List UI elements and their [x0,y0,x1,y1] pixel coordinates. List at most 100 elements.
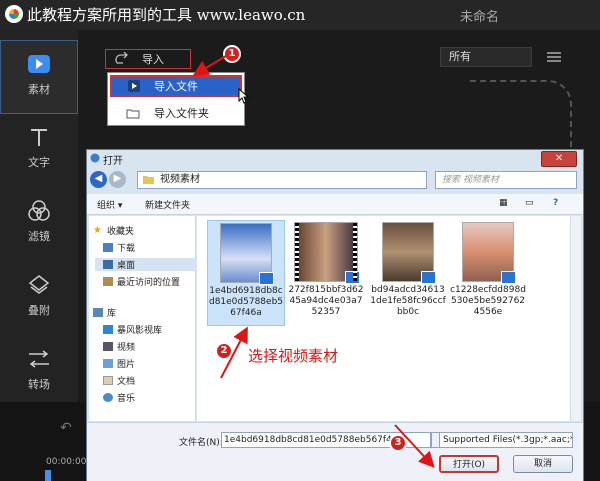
filename-label: 文件名(N): [179,438,223,448]
nav-item-documents[interactable]: 文档 [103,374,135,387]
desktop-icon [103,260,113,269]
folder-icon [143,176,154,184]
nav-label: 暴风影视库 [117,326,163,336]
overlay-icon [26,274,52,296]
address-bar[interactable]: 视频素材 [137,171,427,189]
video-file-icon [421,271,436,284]
file-item[interactable]: c1228ecfdd898d530e5be5927624556e [449,220,527,318]
left-rail: 素材 文字 滤镜 叠附 转场 [0,30,78,402]
back-button[interactable]: ◀ [90,171,107,188]
nav-label: 文档 [117,377,136,387]
nav-label: 库 [107,309,117,319]
filter-select[interactable]: 所有 [440,47,532,67]
address-row: ◀ ▶ 视频素材 搜索 视频素材 [87,170,583,192]
nav-label: 视频 [117,343,136,353]
star-icon: ★ [93,225,102,236]
video-thumbnail [462,222,516,284]
step-badge-1: 1 [223,45,241,63]
menu-item-import-folder[interactable]: 导入文件夹 [110,102,242,124]
nav-item-downloads[interactable]: 下载 [103,241,135,254]
nav-label: 桌面 [117,261,136,271]
caption-text: 此教程方案所用到的工具 www.leawo.cn [27,6,306,24]
import-dropdown-menu: 导入文件 导入文件夹 [107,72,245,126]
video-thumbnail [294,222,360,284]
rail-item-media[interactable]: 素材 [0,40,78,114]
new-folder-button[interactable]: 新建文件夹 [145,198,190,211]
open-button[interactable]: 打开(O) [439,455,499,473]
file-name: c1228ecfdd898d530e5be5927624556e [450,285,526,317]
video-thumbnail [382,222,436,284]
timeline-time: 00:00:00 [46,457,87,467]
menu-item-import-file[interactable]: 导入文件 [110,75,242,97]
recent-places-icon [103,277,113,286]
rail-label: 滤镜 [28,230,50,243]
preview-pane-icon[interactable]: ▭ [525,198,534,208]
import-icon [115,52,128,64]
nav-favorites[interactable]: ★ 收藏夹 [93,224,135,238]
annotation-text: 选择视频素材 [248,347,339,365]
rail-item-overlay[interactable]: 叠附 [0,262,78,336]
undo-icon[interactable]: ↶ [60,420,72,436]
dialog-title: 打开 [103,156,123,167]
document-icon [103,376,113,385]
view-icon[interactable]: ▦ [499,198,508,208]
nav-library[interactable]: 库 [93,306,116,319]
nav-item-desktop[interactable]: 桌面 [95,258,199,271]
music-icon [103,393,113,402]
file-list: 1e4bd6918db8cd81e0d5788eb567f46a 272f815… [197,216,581,421]
nav-label: 下载 [117,244,136,254]
nav-label: 收藏夹 [107,227,135,237]
file-item[interactable]: 1e4bd6918db8cd81e0d5788eb567f46a [207,220,285,326]
dialog-toolbar: 组织 ▾ 新建文件夹 ▦ ▭ ? [87,194,583,215]
nav-item-pictures[interactable]: 图片 [103,357,135,370]
video-file-icon [501,271,516,284]
video-thumbnail [220,223,274,285]
file-name: 272f815bbf3d6245a94dc4e03a752357 [288,285,364,317]
file-name: 1e4bd6918db8cd81e0d5788eb567f46a [208,286,284,318]
nav-item-baofeng[interactable]: 暴风影视库 [103,323,162,336]
nav-label: 图片 [117,360,136,370]
leawo-logo-icon [5,5,23,23]
menu-item-label: 导入文件 [154,80,198,93]
organize-button[interactable]: 组织 ▾ [97,198,122,211]
playhead[interactable] [45,470,51,481]
nav-item-videos[interactable]: 视频 [103,340,135,353]
address-text: 视频素材 [160,174,200,185]
dialog-close-button[interactable]: ✕ [541,151,577,167]
rail-item-transition[interactable]: 转场 [0,336,78,410]
forward-button[interactable]: ▶ [109,171,126,188]
rail-label: 转场 [28,378,50,391]
video-file-icon [259,272,274,285]
rail-label: 文字 [28,156,50,169]
folder-icon [126,109,140,118]
rail-item-filter[interactable]: 滤镜 [0,188,78,262]
import-button[interactable]: 导入 [105,49,191,69]
text-icon [26,126,52,148]
list-view-icon[interactable] [547,52,561,62]
navigation-pane: ★ 收藏夹 下载 桌面 最近访问的位置 库 暴风影视库 视频 图片 文档 音乐 [89,216,199,421]
menu-item-label: 导入文件夹 [154,107,209,120]
transition-icon [26,348,52,370]
library-icon [93,308,103,317]
video-library-icon [103,325,113,334]
video-file-icon [345,271,360,284]
filetype-select[interactable]: Supported Files(*.3gp;*.aac;* [439,432,573,448]
play-icon [128,80,140,92]
step-badge-3: 3 [389,434,407,452]
rail-item-text[interactable]: 文字 [0,114,78,188]
download-icon [103,243,113,252]
nav-item-recent[interactable]: 最近访问的位置 [103,275,180,288]
search-input[interactable]: 搜索 视频素材 [435,171,577,189]
mouse-cursor-icon [238,88,250,104]
dialog-footer: 文件名(N): 1e4bd6918db8cd81e0d5788eb567f46a… [87,422,583,481]
file-item[interactable]: 272f815bbf3d6245a94dc4e03a752357 [287,220,365,318]
play-icon [26,53,52,75]
video-icon [103,342,113,351]
filter-icon [26,200,52,222]
vertical-scrollbar[interactable] [570,216,581,421]
cancel-button[interactable]: 取消 [513,455,573,473]
help-icon[interactable]: ? [553,198,558,208]
open-file-dialog: 打开 ✕ ◀ ▶ 视频素材 搜索 视频素材 组织 ▾ 新建文件夹 ▦ ▭ ? ★… [86,149,584,481]
file-item[interactable]: bd94adcd346131de1fe58fc96ccfbb0c [369,220,447,318]
nav-item-music[interactable]: 音乐 [103,391,135,404]
